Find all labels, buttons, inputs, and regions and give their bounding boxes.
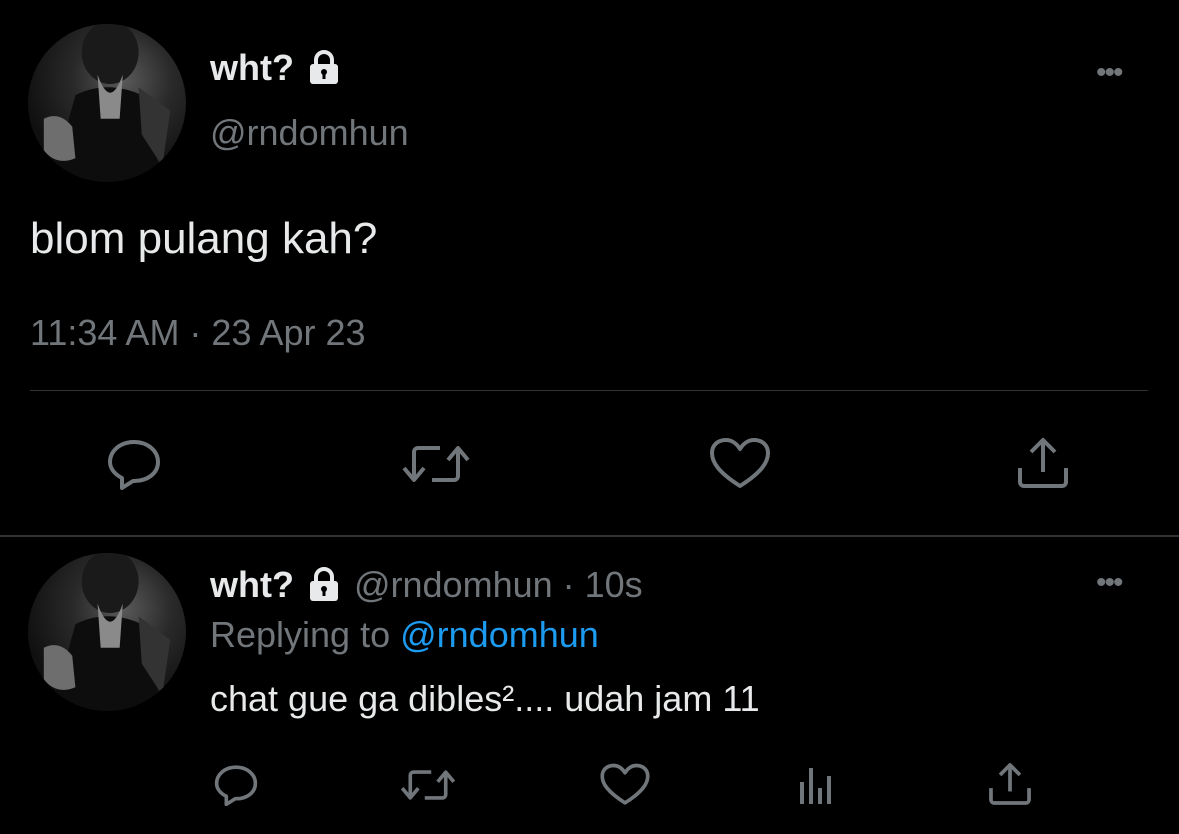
divider [30, 390, 1148, 391]
lock-icon [304, 50, 344, 86]
more-icon[interactable]: ••• [1096, 568, 1123, 598]
reply-button[interactable] [212, 762, 260, 808]
retweet-icon [402, 446, 470, 482]
main-avatar[interactable] [28, 24, 186, 182]
replying-prefix: Replying to [210, 614, 391, 655]
reply-icon [108, 440, 160, 490]
heart-icon [600, 763, 650, 805]
reply-icon [214, 765, 258, 806]
reply-avatar[interactable] [28, 553, 186, 711]
views-icon [800, 768, 831, 804]
display-name[interactable]: wht? [210, 47, 294, 89]
mention-link[interactable]: @rndomhun [400, 614, 599, 655]
like-button[interactable] [598, 762, 652, 808]
reply-text: chat gue ga dibles².... udah jam 11 [210, 678, 760, 719]
retweet-button[interactable] [400, 436, 472, 492]
tweet-text: blom pulang kah? [30, 214, 378, 263]
replying-to: Replying to @rndomhun [210, 614, 599, 656]
handle-time[interactable]: @rndomhun · 10s [354, 564, 643, 606]
share-icon [1018, 438, 1068, 488]
tweet-timestamp[interactable]: 11:34 AM · 23 Apr 23 [30, 312, 366, 354]
main-author-row: wht? [210, 46, 344, 90]
like-button[interactable] [708, 436, 772, 492]
handle[interactable]: @rndomhun [210, 112, 409, 154]
tweet-separator [0, 535, 1179, 537]
lock-icon [304, 567, 344, 603]
heart-icon [710, 438, 770, 488]
reply-author-row: wht? @rndomhun · 10s [210, 563, 643, 607]
display-name[interactable]: wht? [210, 564, 294, 606]
retweet-button[interactable] [398, 762, 458, 808]
share-button[interactable] [1014, 434, 1072, 492]
share-button[interactable] [986, 760, 1034, 808]
reply-button[interactable] [104, 436, 164, 492]
views-button[interactable] [796, 762, 838, 808]
more-icon[interactable]: ••• [1096, 58, 1123, 88]
retweet-icon [400, 770, 456, 800]
share-icon [989, 763, 1031, 805]
